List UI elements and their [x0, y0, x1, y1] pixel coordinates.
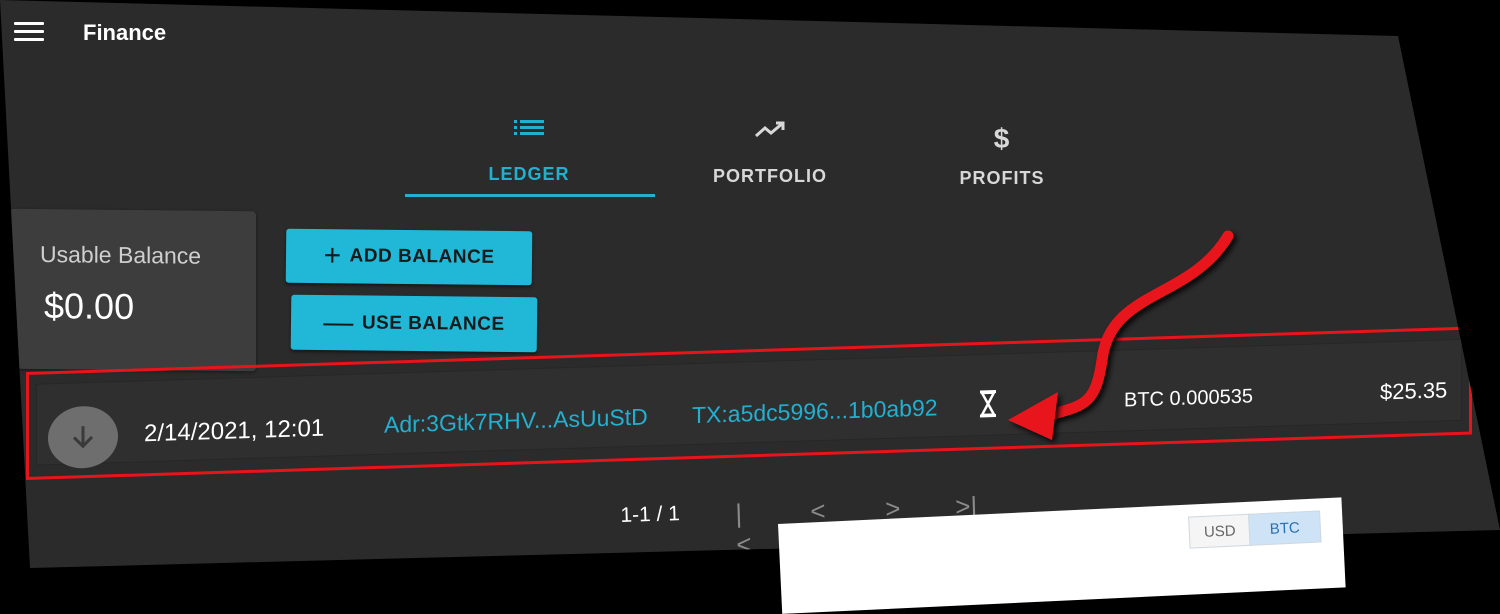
trending-up-icon: [645, 120, 895, 154]
minus-icon: —: [323, 305, 355, 339]
tab-label-portfolio: PORTFOLIO: [713, 166, 827, 186]
tab-label-ledger: LEDGER: [488, 164, 570, 184]
pagination: 1-1 / 1 |< < > >|: [620, 491, 978, 560]
first-page-button[interactable]: |<: [735, 498, 752, 560]
usd-toggle[interactable]: USD: [1188, 513, 1252, 549]
usd-amount: $25.35: [1380, 377, 1448, 405]
menu-icon[interactable]: [14, 22, 44, 42]
hourglass-icon: [978, 389, 1000, 420]
plus-icon: +: [323, 239, 342, 273]
list-icon: [404, 118, 654, 152]
balance-value: $0.00: [44, 285, 135, 328]
add-balance-button[interactable]: + ADD BALANCE: [285, 228, 533, 286]
transaction-date: 2/14/2021, 12:01: [144, 414, 325, 448]
tab-ledger[interactable]: LEDGER: [404, 118, 654, 185]
pagination-range: 1-1 / 1: [620, 502, 681, 527]
use-balance-button[interactable]: — USE BALANCE: [290, 294, 538, 353]
tab-portfolio[interactable]: PORTFOLIO: [645, 120, 895, 187]
use-balance-label: USE BALANCE: [361, 311, 505, 335]
tab-label-profits: PROFITS: [959, 168, 1045, 188]
dollar-icon: $: [993, 123, 1011, 154]
btc-toggle[interactable]: BTC: [1248, 510, 1322, 546]
btc-amount: BTC 0.000535: [1124, 385, 1253, 412]
add-balance-label: ADD BALANCE: [349, 245, 495, 268]
balance-label: Usable Balance: [40, 241, 202, 269]
app-title: Finance: [83, 20, 167, 45]
tab-profits[interactable]: $ PROFITS: [877, 122, 1127, 189]
usable-balance-card: Usable Balance $0.00: [10, 208, 256, 372]
finance-panel: Finance LEDGER PORTFOLIO $ PROFITS Usabl…: [0, 0, 1500, 568]
active-tab-indicator: [405, 194, 655, 197]
